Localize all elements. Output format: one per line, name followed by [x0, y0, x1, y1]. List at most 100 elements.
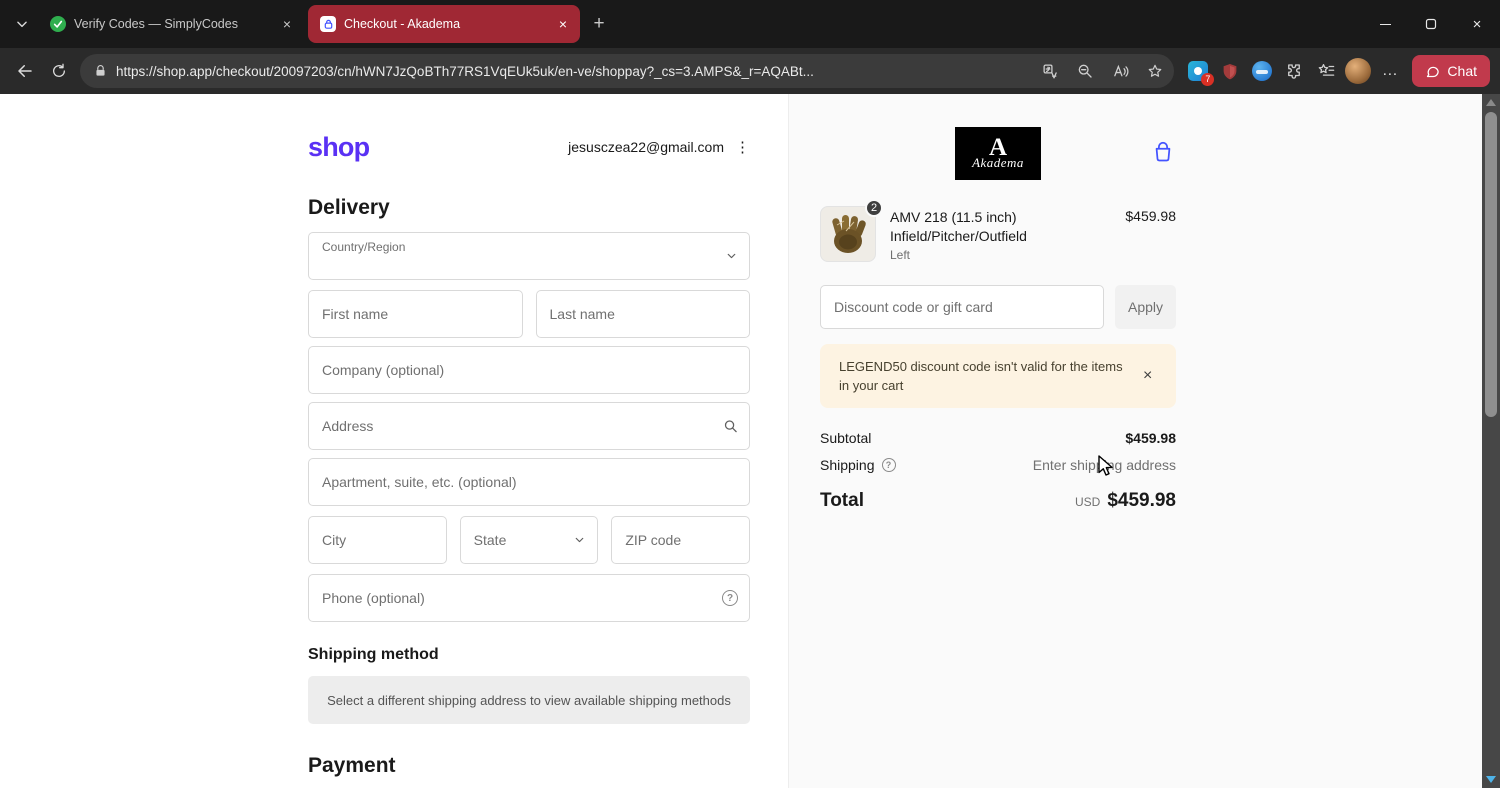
close-window-button[interactable]: × — [1454, 0, 1500, 48]
browser-titlebar: Verify Codes — SimplyCodes × Checkout - … — [0, 0, 1500, 48]
account-row: jesusczea22@gmail.com ⋮ — [568, 138, 750, 156]
baseball-glove-image — [832, 215, 866, 253]
profile-avatar[interactable] — [1342, 55, 1374, 87]
chat-button[interactable]: Chat — [1412, 55, 1490, 87]
translate-icon[interactable] — [1037, 58, 1063, 84]
url-text[interactable]: https://shop.app/checkout/20097203/cn/hW… — [116, 64, 1028, 79]
discount-code-input[interactable] — [821, 286, 1103, 328]
page-scrollbar[interactable] — [1482, 94, 1500, 788]
discount-error-banner: LEGEND50 discount code isn't valid for t… — [820, 344, 1176, 408]
city-field[interactable] — [308, 516, 447, 564]
read-aloud-icon[interactable] — [1107, 58, 1133, 84]
quantity-badge: 2 — [865, 199, 883, 217]
totals-section: Subtotal $459.98 Shipping ? Enter shippi… — [820, 430, 1176, 512]
discount-section: Apply — [820, 285, 1176, 329]
tab-close-icon[interactable]: × — [278, 15, 296, 33]
store-logo[interactable]: A Akadema — [955, 127, 1041, 180]
search-icon — [724, 420, 737, 433]
first-name-field[interactable] — [308, 290, 523, 338]
last-name-field[interactable] — [535, 290, 750, 338]
shipping-help-icon[interactable]: ? — [881, 458, 896, 472]
more-horizontal-icon: … — [1381, 62, 1399, 79]
shop-logo: shop — [308, 131, 370, 162]
tab-simplycodes[interactable]: Verify Codes — SimplyCodes × — [38, 5, 304, 43]
cart-line-item: 2 AMV 218 (11.5 inch) Infield/Pitcher/Ou… — [820, 199, 1176, 262]
checkout-page: shop jesusczea22@gmail.com ⋮ Delivery Co… — [0, 94, 1500, 788]
refresh-icon — [53, 63, 65, 77]
favorites-bar-icon[interactable] — [1310, 55, 1342, 87]
phone-field[interactable]: ? — [308, 574, 750, 622]
discount-code-field[interactable] — [820, 285, 1104, 329]
favorite-star-icon[interactable] — [1142, 58, 1168, 84]
avatar — [1345, 58, 1372, 84]
company-input[interactable] — [309, 347, 749, 393]
extension-badge: 7 — [1201, 73, 1215, 86]
tab-search-button[interactable] — [6, 9, 38, 39]
state-select[interactable]: State — [459, 516, 599, 564]
company-field[interactable] — [308, 346, 750, 394]
account-menu-icon[interactable]: ⋮ — [735, 138, 750, 156]
address-field[interactable] — [308, 402, 750, 450]
adblock-shield-icon[interactable] — [1214, 55, 1246, 87]
back-button[interactable] — [8, 55, 42, 87]
refresh-button[interactable] — [42, 55, 76, 87]
chevron-down-icon — [727, 253, 736, 259]
product-price: $459.98 — [1125, 208, 1176, 224]
product-subtitle: Infield/Pitcher/Outfield — [890, 228, 1027, 244]
city-input[interactable] — [309, 517, 446, 563]
address-input[interactable] — [309, 403, 749, 449]
product-variant: Left — [890, 248, 911, 262]
chat-bubble-icon — [1427, 66, 1440, 77]
account-email: jesusczea22@gmail.com — [568, 139, 724, 155]
store-name: Akadema — [972, 154, 1024, 170]
blue-orb-extension-icon[interactable] — [1246, 55, 1278, 87]
country-label: Country/Region — [322, 240, 406, 254]
total-value: $459.98 — [1107, 490, 1176, 511]
phone-input[interactable] — [309, 575, 749, 621]
minimize-button[interactable] — [1362, 0, 1408, 48]
simplycodes-favicon-icon — [50, 16, 66, 32]
tab-title: Verify Codes — SimplyCodes — [74, 17, 238, 31]
scrollbar-thumb[interactable] — [1485, 112, 1497, 417]
window-controls: × — [1362, 0, 1500, 48]
apartment-input[interactable] — [309, 459, 749, 505]
country-select[interactable]: Country/Region — [308, 232, 750, 280]
city-state-zip-row: State — [308, 516, 751, 564]
extensions-puzzle-icon[interactable] — [1278, 55, 1310, 87]
first-name-input[interactable] — [309, 291, 522, 337]
checkout-header: shop jesusczea22@gmail.com ⋮ — [308, 132, 750, 162]
apply-discount-button[interactable]: Apply — [1115, 285, 1176, 329]
shipping-row: Shipping ? Enter shipping address — [820, 457, 1176, 473]
settings-more-button[interactable]: … — [1374, 55, 1406, 87]
zip-input[interactable] — [612, 517, 750, 563]
last-name-input[interactable] — [536, 291, 749, 337]
scroll-down-arrow-icon[interactable] — [1486, 776, 1496, 783]
restore-icon — [1425, 18, 1437, 30]
scroll-up-arrow-icon[interactable] — [1486, 99, 1496, 106]
restore-button[interactable] — [1408, 0, 1454, 48]
product-info: AMV 218 (11.5 inch) Infield/Pitcher/Outf… — [890, 206, 1111, 262]
new-tab-button[interactable]: + — [584, 9, 614, 39]
banner-close-icon[interactable]: × — [1139, 366, 1156, 386]
zip-field[interactable] — [611, 516, 751, 564]
browser-navbar: https://shop.app/checkout/20097203/cn/hW… — [0, 48, 1500, 94]
screenshot-extension-icon[interactable]: 7 — [1182, 55, 1215, 87]
tab-checkout-akadema[interactable]: Checkout - Akadema × — [308, 5, 580, 43]
subtotal-value: $459.98 — [1125, 430, 1176, 446]
address-bar[interactable]: https://shop.app/checkout/20097203/cn/hW… — [80, 54, 1175, 88]
lock-icon — [96, 65, 105, 76]
chat-label: Chat — [1447, 63, 1477, 79]
back-arrow-icon — [18, 65, 32, 77]
phone-help-icon[interactable]: ? — [722, 590, 738, 606]
subtotal-label: Subtotal — [820, 430, 872, 446]
chevron-down-icon — [575, 537, 584, 543]
shipping-method-heading: Shipping method — [308, 646, 439, 663]
discount-error-text: LEGEND50 discount code isn't valid for t… — [839, 359, 1123, 393]
zoom-out-icon[interactable] — [1072, 58, 1098, 84]
total-currency: USD — [1074, 495, 1101, 509]
apartment-field[interactable] — [308, 458, 750, 506]
shop-bag-button[interactable] — [1152, 139, 1174, 168]
tab-title: Checkout - Akadema — [344, 17, 461, 31]
chevron-down-icon — [17, 21, 27, 28]
tab-close-icon[interactable]: × — [554, 15, 572, 33]
